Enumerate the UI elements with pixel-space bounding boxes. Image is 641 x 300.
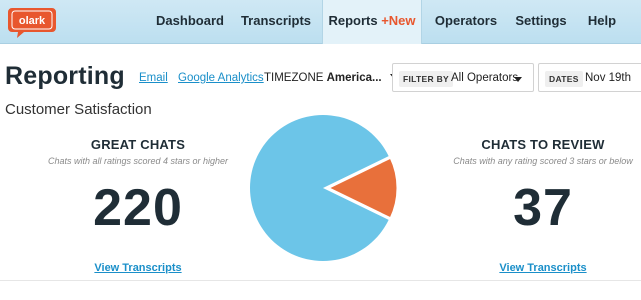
new-badge: +New — [381, 13, 416, 28]
olark-logo[interactable]: olark — [6, 5, 60, 39]
page-title: Reporting — [5, 62, 125, 90]
nav-operators[interactable]: Operators — [430, 0, 502, 44]
nav-reports-label: Reports — [328, 13, 378, 28]
dates-value: Nov 19th — [585, 72, 632, 84]
timezone-label: TIMEZONE — [264, 72, 324, 84]
timezone-select[interactable]: TIMEZONE America... — [264, 72, 398, 84]
great-view-transcripts-link[interactable]: View Transcripts — [28, 262, 248, 274]
section-title: Customer Satisfaction — [5, 101, 152, 118]
divider — [0, 280, 641, 281]
logo-text: olark — [19, 15, 46, 27]
review-chats-subtitle: Chats with any rating scored 3 stars or … — [453, 156, 633, 166]
top-nav: olark Dashboard Transcripts Reports +New… — [0, 0, 641, 44]
email-link[interactable]: Email — [139, 72, 168, 84]
nav-help[interactable]: Help — [583, 0, 621, 44]
filter-by-label: FILTER BY — [399, 71, 453, 87]
review-chats-count: 37 — [513, 179, 573, 237]
nav-transcripts[interactable]: Transcripts — [236, 0, 316, 44]
nav-settings[interactable]: Settings — [510, 0, 572, 44]
timezone-value: America... — [326, 72, 382, 84]
google-analytics-link[interactable]: Google Analytics — [178, 72, 264, 84]
chevron-down-icon — [514, 77, 522, 82]
review-view-transcripts-link[interactable]: View Transcripts — [433, 262, 641, 274]
filter-by-select[interactable]: FILTER BY All Operators — [392, 63, 534, 92]
great-chats-count: 220 — [93, 179, 183, 237]
dates-select[interactable]: DATES Nov 19th — [538, 63, 641, 92]
filter-by-value: All Operators — [451, 72, 519, 84]
nav-reports[interactable]: Reports +New — [322, 0, 422, 44]
great-chats-heading: GREAT CHATS — [90, 137, 186, 152]
great-chats-subtitle: Chats with all ratings scored 4 stars or… — [47, 156, 229, 166]
nav-dashboard[interactable]: Dashboard — [150, 0, 230, 44]
review-chats-heading: CHATS TO REVIEW — [481, 137, 605, 152]
satisfaction-pie-chart — [250, 114, 398, 261]
dates-label: DATES — [545, 71, 583, 87]
